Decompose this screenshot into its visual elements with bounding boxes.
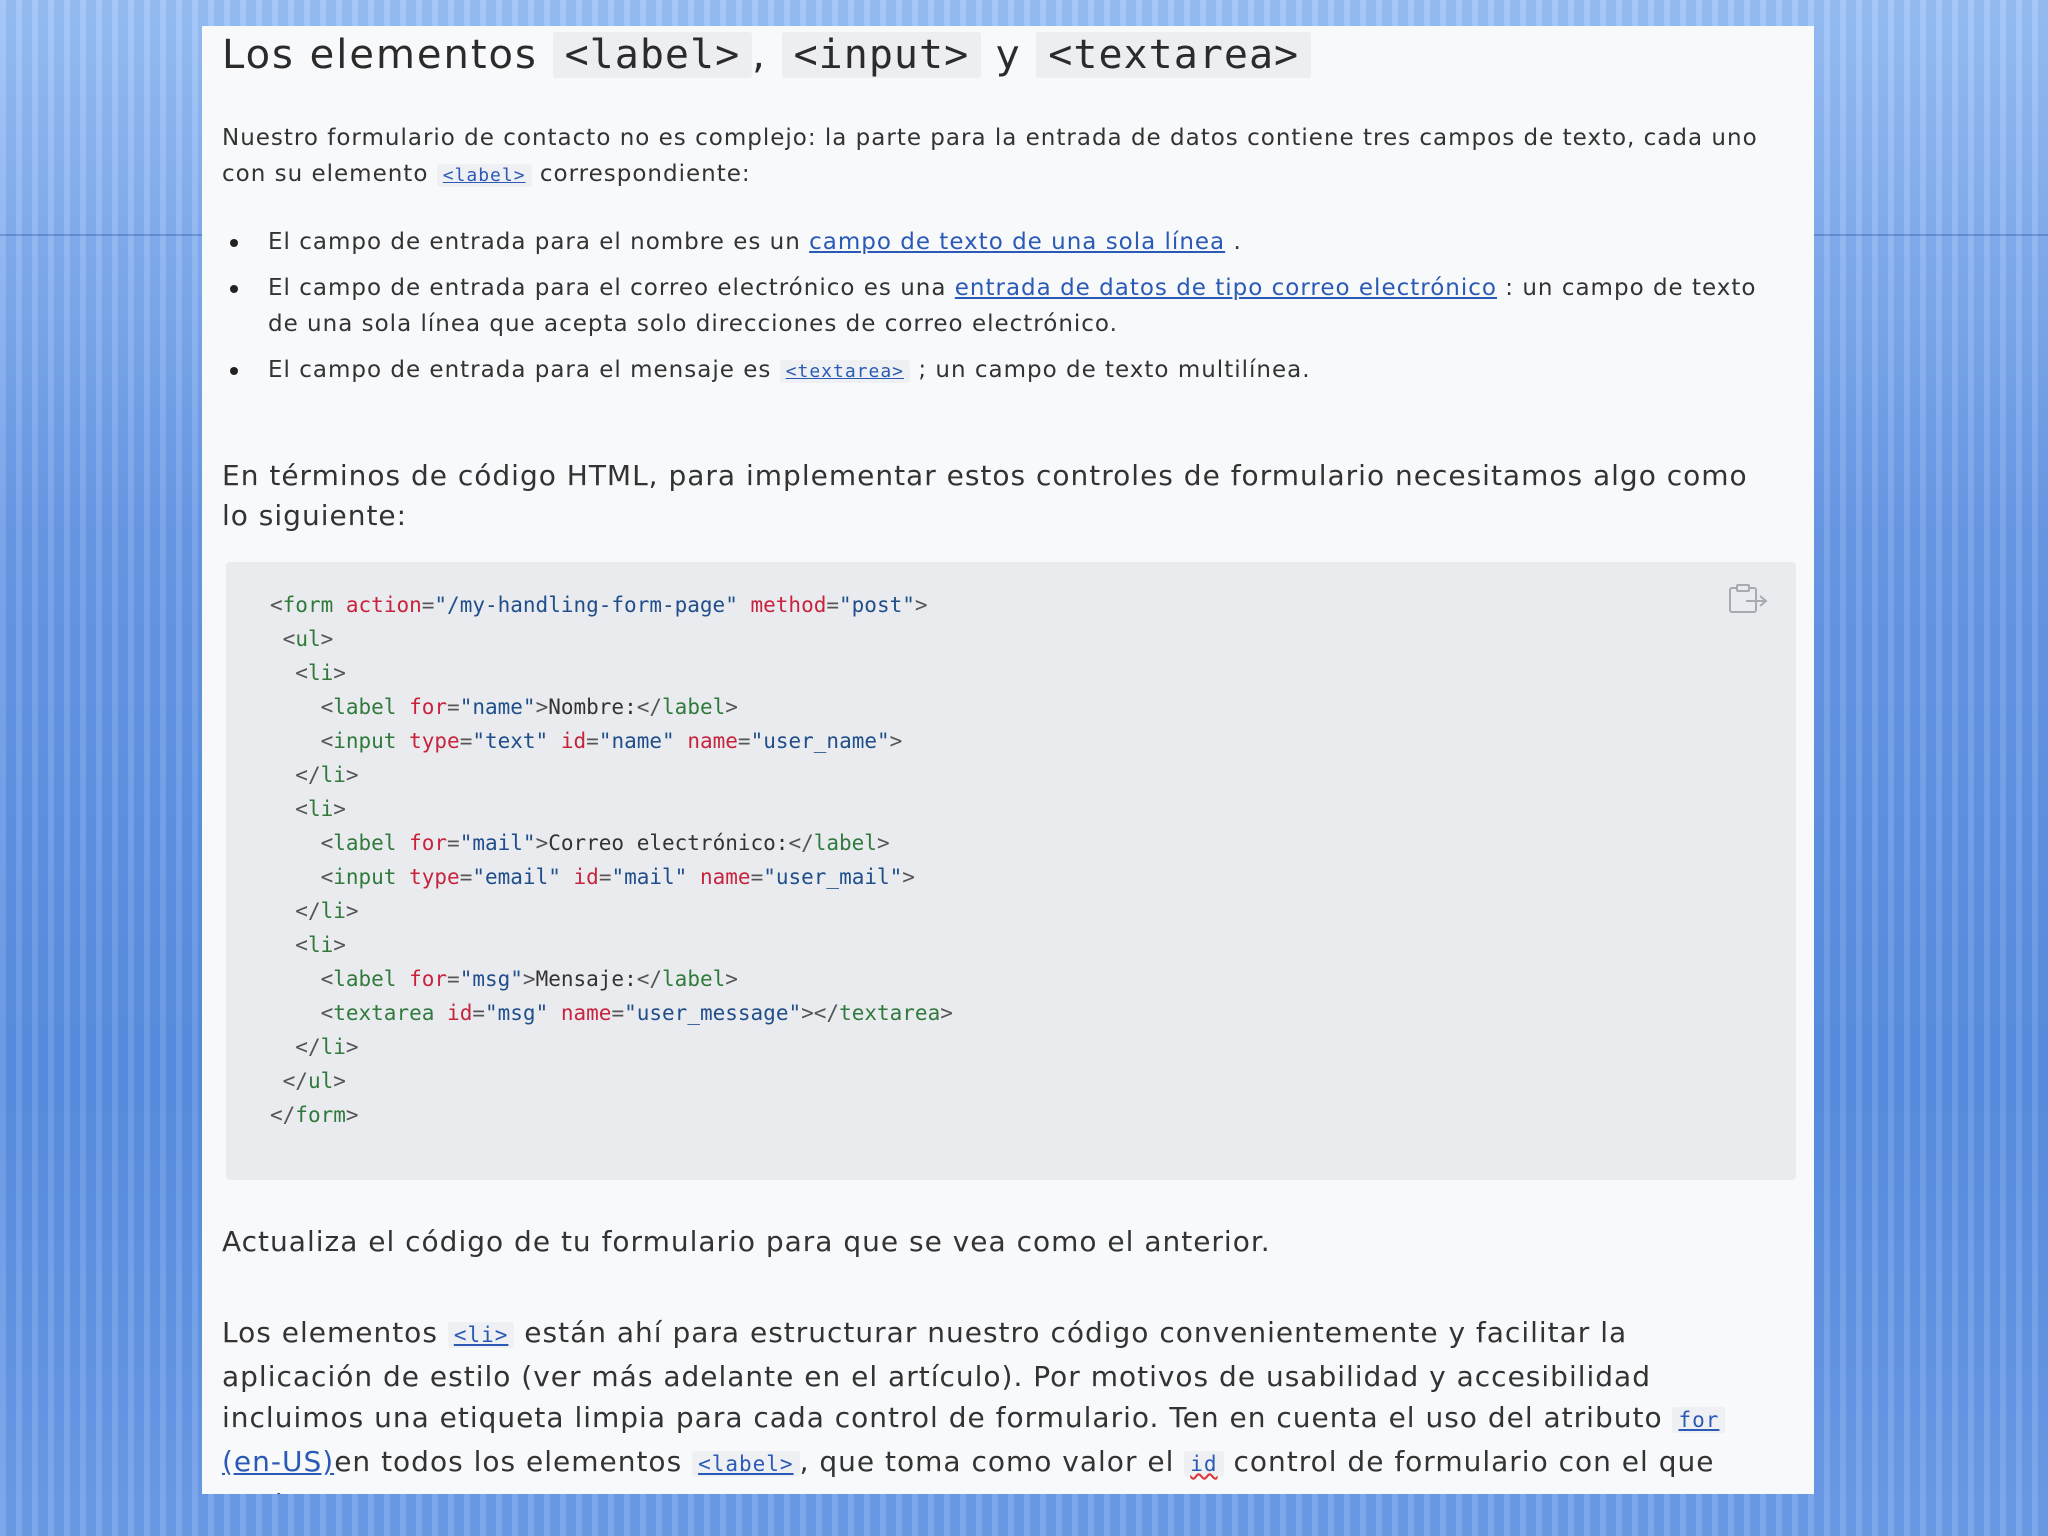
inline-code-link-li[interactable]: <li> <box>447 1322 515 1348</box>
code-line: <ul> <box>282 627 334 651</box>
code-line: <label for="name">Nombre:</label> <box>320 695 738 719</box>
field-list: El campo de entrada para el nombre es un… <box>230 224 1768 400</box>
code-example-block: <form action="/my-handling-form-page" me… <box>226 562 1796 1180</box>
heading-separator: y <box>981 32 1037 78</box>
section-heading: Los elementos <label>, <input> y <textar… <box>222 32 1312 78</box>
code-line: <textarea id="msg" name="user_message"><… <box>320 1001 953 1025</box>
clipboard-icon <box>1729 584 1768 613</box>
copy-to-clipboard-icon[interactable] <box>1726 584 1770 616</box>
update-instruction-paragraph: Actualiza el código de tu formulario par… <box>222 1225 1271 1258</box>
code-line: <input type="text" id="name" name="user_… <box>320 729 903 753</box>
code-line: <form action="/my-handling-form-page" me… <box>270 593 928 617</box>
inline-code-link-label[interactable]: <label> <box>692 1451 800 1477</box>
para-text: Los elementos <box>222 1316 448 1349</box>
para-text: en todos los elementos <box>334 1445 693 1478</box>
heading-separator: , <box>752 32 782 78</box>
li-explanation-paragraph: Los elementos <li> están ahí para estruc… <box>222 1312 1782 1494</box>
list-item-text: El campo de entrada para el correo elect… <box>268 275 955 301</box>
document-page: Los elementos <label>, <input> y <textar… <box>202 26 1814 1494</box>
heading-text: Los elementos <box>222 32 553 78</box>
heading-code-textarea: <textarea> <box>1036 32 1312 78</box>
inline-code-link-label[interactable]: <label> <box>436 164 532 187</box>
list-item: El campo de entrada para el mensaje es <… <box>230 352 1768 390</box>
code-line: <li> <box>295 661 346 685</box>
code-line: <li> <box>295 797 346 821</box>
inline-code-link-textarea[interactable]: <textarea> <box>779 360 911 383</box>
inline-code-id[interactable]: id <box>1184 1451 1224 1477</box>
html-intro-paragraph: En términos de código HTML, para impleme… <box>222 459 1748 532</box>
code-line: <li> <box>295 933 346 957</box>
code-line: <label for="msg">Mensaje:</label> <box>320 967 738 991</box>
code-line: </li> <box>295 899 359 923</box>
code-line: </li> <box>295 1035 359 1059</box>
link-email-input[interactable]: entrada de datos de tipo correo electrón… <box>955 275 1497 301</box>
code-line: <input type="email" id="mail" name="user… <box>320 865 915 889</box>
list-item: El campo de entrada para el correo elect… <box>230 270 1768 342</box>
intro-text-end: correspondiente: <box>531 161 751 187</box>
list-item-text: El campo de entrada para el nombre es un <box>268 229 810 255</box>
code-line: </form> <box>270 1103 359 1127</box>
code-listing: <form action="/my-handling-form-page" me… <box>270 588 953 1132</box>
para-text: , que toma como valor el <box>799 1445 1185 1478</box>
intro-paragraph: Nuestro formulario de contacto no es com… <box>222 120 1782 194</box>
list-item: El campo de entrada para el nombre es un… <box>230 224 1768 260</box>
heading-code-input: <input> <box>781 32 982 78</box>
list-item-text: El campo de entrada para el mensaje es <box>268 357 780 383</box>
inline-code-link-for[interactable]: for <box>1672 1407 1726 1433</box>
heading-code-label: <label> <box>552 32 753 78</box>
link-single-line-text[interactable]: campo de texto de una sola línea <box>809 229 1225 255</box>
code-line: </li> <box>295 763 359 787</box>
code-line: </ul> <box>282 1069 346 1093</box>
list-item-text-end: ; un campo de texto multilínea. <box>910 357 1311 383</box>
link-en-us[interactable]: (en-US) <box>222 1445 334 1478</box>
list-item-text-end: . <box>1225 229 1242 255</box>
code-line: <label for="mail">Correo electrónico:</l… <box>320 831 890 855</box>
